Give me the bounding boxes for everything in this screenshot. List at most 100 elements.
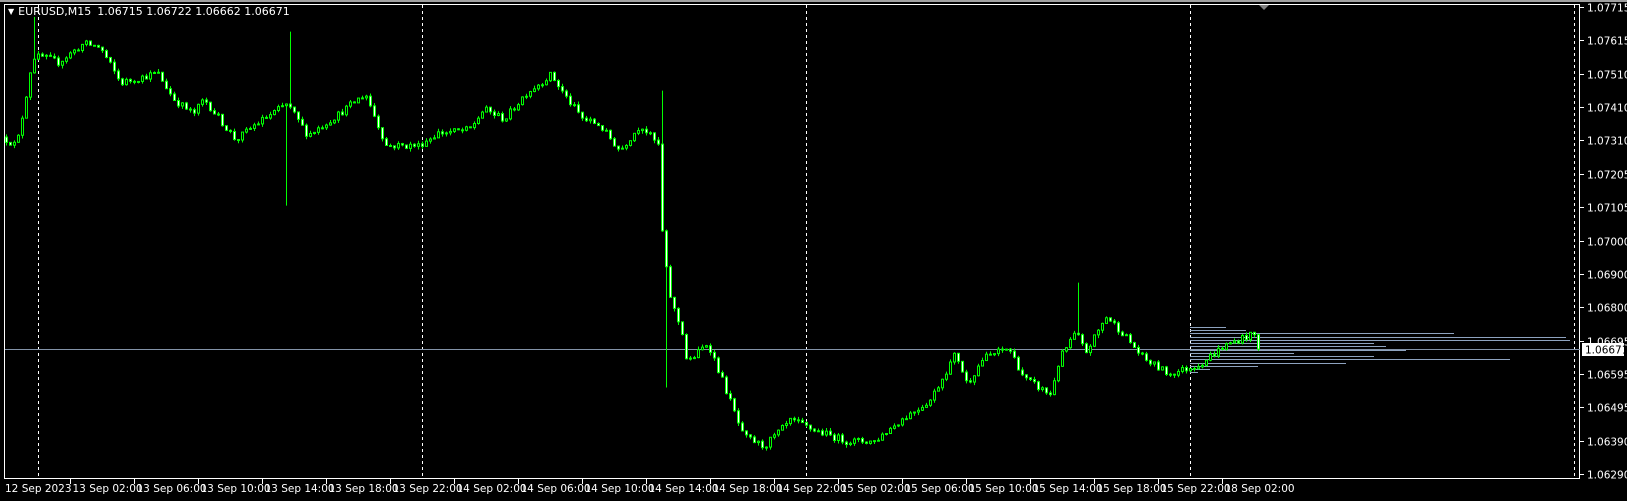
candle[interactable]: [613, 136, 616, 147]
candle[interactable]: [69, 51, 72, 60]
bear-candle-body: [189, 108, 192, 111]
bull-candle-body: [837, 434, 840, 442]
candle[interactable]: [961, 360, 964, 373]
candle[interactable]: [601, 125, 604, 132]
candle[interactable]: [161, 71, 164, 82]
candle[interactable]: [949, 359, 952, 375]
candle[interactable]: [357, 97, 360, 104]
candle[interactable]: [209, 101, 212, 112]
candle[interactable]: [1205, 359, 1208, 367]
candle[interactable]: [29, 72, 32, 100]
plot-area[interactable]: [4, 4, 1580, 479]
candle[interactable]: [725, 375, 728, 395]
candle[interactable]: [93, 44, 96, 47]
candle[interactable]: [609, 129, 612, 140]
candle[interactable]: [117, 68, 120, 82]
bear-candle-body: [297, 111, 300, 120]
bear-candle-body: [469, 126, 472, 129]
candle[interactable]: [1069, 337, 1072, 349]
candle[interactable]: [25, 96, 28, 119]
candle[interactable]: [1145, 351, 1148, 362]
candle[interactable]: [1133, 341, 1136, 348]
bull-candle-body: [1233, 340, 1236, 344]
candle[interactable]: [1037, 380, 1040, 392]
candle[interactable]: [121, 77, 124, 87]
candle[interactable]: [889, 426, 892, 434]
candle[interactable]: [977, 363, 980, 377]
candle[interactable]: [1161, 366, 1164, 371]
candle[interactable]: [21, 115, 24, 139]
candle[interactable]: [1081, 333, 1084, 347]
candle[interactable]: [681, 321, 684, 336]
candle[interactable]: [345, 104, 348, 117]
candle[interactable]: [741, 421, 744, 432]
bull-candle-body: [881, 433, 884, 441]
candle[interactable]: [501, 111, 504, 123]
candle[interactable]: [633, 132, 636, 143]
candle[interactable]: [457, 128, 460, 131]
candle[interactable]: [405, 144, 408, 150]
candle[interactable]: [553, 71, 556, 82]
candle[interactable]: [17, 134, 20, 143]
candle[interactable]: [109, 56, 112, 64]
candle[interactable]: [469, 126, 472, 129]
candle[interactable]: [1085, 342, 1088, 354]
candle[interactable]: [685, 333, 688, 360]
candle[interactable]: [9, 141, 12, 146]
candle[interactable]: [629, 140, 632, 147]
candle[interactable]: [717, 356, 720, 374]
candle[interactable]: [1225, 342, 1228, 351]
candle[interactable]: [733, 397, 736, 413]
candle[interactable]: [549, 71, 552, 83]
candle[interactable]: [1157, 360, 1160, 371]
triangle-down-icon[interactable]: ▼: [8, 7, 14, 16]
candle[interactable]: [1093, 334, 1096, 348]
bull-candle-body: [1189, 367, 1192, 372]
candle[interactable]: [89, 40, 92, 46]
candle[interactable]: [781, 424, 784, 431]
bull-candle-body: [629, 140, 632, 146]
candle[interactable]: [1053, 377, 1056, 396]
candle[interactable]: [1241, 333, 1244, 345]
candle[interactable]: [1257, 333, 1260, 351]
candle[interactable]: [1017, 355, 1020, 371]
candle[interactable]: [677, 307, 680, 325]
candle[interactable]: [1109, 317, 1112, 322]
candle[interactable]: [1105, 316, 1108, 324]
candle[interactable]: [353, 101, 356, 104]
candle[interactable]: [385, 136, 388, 146]
bear-candle-body: [413, 143, 416, 147]
candle[interactable]: [225, 125, 228, 132]
candle[interactable]: [465, 125, 468, 132]
candle[interactable]: [377, 114, 380, 130]
candle[interactable]: [1165, 365, 1168, 376]
candle[interactable]: [521, 96, 524, 106]
bull-candle-body: [281, 105, 284, 108]
candle[interactable]: [1005, 348, 1008, 351]
chart-title: ▼ EURUSD,M15 1.06715 1.06722 1.06662 1.066…: [8, 5, 290, 18]
candle[interactable]: [737, 408, 740, 426]
price-chart[interactable]: 1.07715 1.07615 1.07510 1.07410 1.07310 1.072…: [0, 0, 1627, 501]
candle[interactable]: [841, 433, 844, 445]
candle[interactable]: [481, 110, 484, 119]
candle[interactable]: [901, 417, 904, 427]
candle[interactable]: [593, 118, 596, 125]
candle[interactable]: [929, 399, 932, 407]
candle[interactable]: [669, 264, 672, 298]
candle[interactable]: [221, 113, 224, 127]
candle[interactable]: [185, 101, 188, 111]
bull-candle-body: [997, 348, 1000, 355]
candle[interactable]: [273, 109, 276, 116]
candle[interactable]: [881, 432, 884, 441]
candle[interactable]: [505, 118, 508, 122]
candle[interactable]: [105, 49, 108, 59]
candle[interactable]: [1061, 349, 1064, 367]
candle[interactable]: [705, 344, 708, 348]
candle[interactable]: [813, 428, 816, 433]
candle[interactable]: [1057, 365, 1060, 383]
candle[interactable]: [1129, 333, 1132, 344]
candle[interactable]: [517, 102, 520, 111]
bull-candle-body: [517, 104, 520, 111]
candle[interactable]: [1189, 367, 1192, 372]
candle[interactable]: [97, 44, 100, 48]
